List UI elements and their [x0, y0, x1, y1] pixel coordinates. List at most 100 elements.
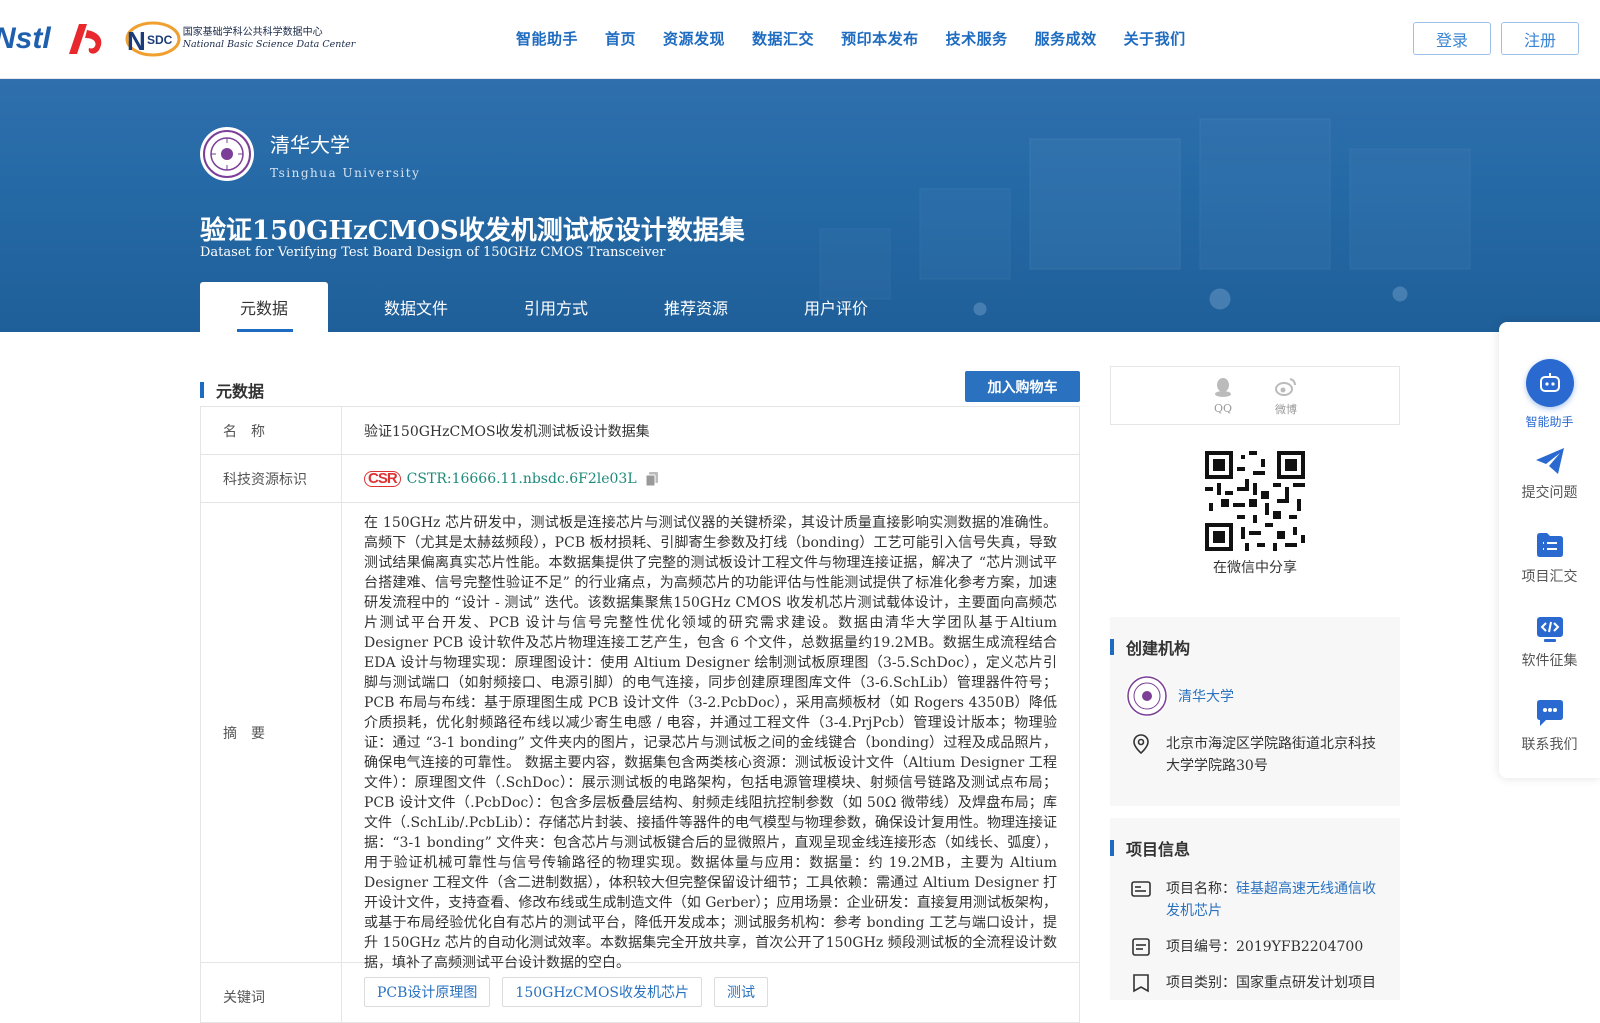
- assistant-float-label: 智能助手: [1525, 415, 1574, 429]
- project-no-row: 项目编号：2019YFB2204700: [1130, 936, 1384, 958]
- register-button[interactable]: 注册: [1501, 22, 1579, 55]
- wechat-qr-code: [1205, 451, 1305, 551]
- project-type: 项目类别：国家重点研发计划项目: [1166, 975, 1376, 991]
- section-accent-bar: [1110, 639, 1114, 655]
- paper-plane-icon: [1535, 448, 1564, 474]
- dataset-subtitle: Dataset for Verifying Test Board Design …: [200, 245, 666, 260]
- abstract-text: 在 150GHz 芯片研发中，测试板是连接芯片与测试仪器的关键桥梁，其设计质量直…: [364, 515, 1057, 971]
- nstl-logo[interactable]: Nstl: [0, 22, 51, 56]
- project-number: 项目编号：2019YFB2204700: [1166, 939, 1364, 955]
- keyword-tag[interactable]: 测试: [714, 977, 769, 1007]
- table-row: 关键词 PCB设计原理图 150GHzCMOS收发机芯片 测试: [201, 963, 1079, 1023]
- metadata-section-header: 元数据: [200, 374, 1080, 406]
- main-nav: 智能助手 首页 资源发现 数据汇交 预印本发布 技术服务 服务成效 关于我们: [516, 28, 1186, 49]
- keywords-list: PCB设计原理图 150GHzCMOS收发机芯片 测试: [342, 963, 1079, 1022]
- project-type-row: 项目类别：国家重点研发计划项目: [1130, 972, 1384, 994]
- table-row: 科技资源标识 CSR CSTR:16666.11.nbsdc.6F2le03L: [201, 455, 1079, 503]
- submit-issue-button[interactable]: 提交问题: [1499, 446, 1600, 502]
- dataset-tabs: 元数据 数据文件 引用方式 推荐资源 用户评价: [200, 282, 906, 332]
- panel-header: 项目信息: [1110, 836, 1400, 860]
- abstract-label: 摘 要: [201, 503, 342, 962]
- chat-icon: [1536, 700, 1563, 726]
- qr-caption: 在微信中分享: [1213, 560, 1297, 576]
- creator-org-panel: 创建机构 清华大学 北京市海淀区学院路街道北京科技大学学院路30号: [1110, 617, 1400, 806]
- nav-submit[interactable]: 数据汇交: [752, 28, 814, 49]
- identifier-cell: CSR CSTR:16666.11.nbsdc.6F2le03L: [342, 455, 1079, 502]
- nav-assistant[interactable]: 智能助手: [516, 28, 578, 49]
- section-accent-bar: [1110, 840, 1114, 856]
- tab-recommended[interactable]: 推荐资源: [626, 282, 766, 332]
- copy-icon[interactable]: [645, 471, 659, 487]
- weibo-label: 微博: [1275, 402, 1297, 416]
- org-row: 清华大学: [1126, 675, 1400, 717]
- identifier-label: 科技资源标识: [201, 455, 342, 502]
- keyword-tag[interactable]: PCB设计原理图: [364, 977, 491, 1007]
- org-name-link[interactable]: 清华大学: [1178, 686, 1234, 706]
- dataset-hero: 清华大学 Tsinghua University 验证150GHzCMOS收发机…: [0, 79, 1600, 332]
- nav-preprint[interactable]: 预印本发布: [841, 28, 919, 49]
- assistant-float-button[interactable]: 智能助手: [1499, 359, 1600, 430]
- tsinghua-seal-icon: [1126, 675, 1168, 717]
- share-qq[interactable]: QQ: [1212, 376, 1234, 415]
- qq-icon: [1215, 378, 1231, 397]
- project-name-row: 项目名称：硅基超高速无线通信收发机芯片: [1130, 878, 1384, 922]
- code-icon: [1536, 617, 1563, 642]
- section-accent-bar: [200, 382, 204, 398]
- nsdc-text: 国家基础学科公共科学数据中心 National Basic Science Da…: [183, 27, 356, 51]
- nav-discover[interactable]: 资源发现: [663, 28, 725, 49]
- login-button[interactable]: 登录: [1413, 22, 1491, 55]
- project-name: 项目名称：硅基超高速无线通信收发机芯片: [1166, 878, 1384, 922]
- tsinghua-seal-icon: [200, 127, 254, 181]
- tab-metadata[interactable]: 元数据: [200, 282, 328, 332]
- university-brand: 清华大学 Tsinghua University: [200, 127, 420, 181]
- weibo-icon: [1275, 377, 1297, 396]
- software-call-label: 软件征集: [1521, 653, 1578, 669]
- university-name: 清华大学: [270, 132, 350, 157]
- panel-title: 创建机构: [1126, 639, 1191, 658]
- svg-text:SDC: SDC: [147, 33, 173, 47]
- panel-title: 项目信息: [1126, 840, 1191, 859]
- contact-us-button[interactable]: 联系我们: [1499, 698, 1600, 754]
- project-name-label: 项目名称：: [1166, 881, 1236, 897]
- card-icon: [1131, 881, 1151, 897]
- nsdc-logo[interactable]: N SDC 国家基础学科公共科学数据中心 National Basic Scie…: [121, 20, 356, 58]
- contact-us-label: 联系我们: [1521, 737, 1578, 753]
- share-weibo[interactable]: 微博: [1274, 375, 1298, 417]
- svg-text:N: N: [127, 26, 146, 56]
- table-row: 摘 要 在 150GHz 芯片研发中，测试板是连接芯片与测试仪器的关键桥梁，其设…: [201, 503, 1079, 971]
- metadata-table: 名 称 验证150GHzCMOS收发机测试板设计数据集 科技资源标识 CSR C…: [200, 406, 1080, 1023]
- software-call-button[interactable]: 软件征集: [1499, 614, 1600, 670]
- dataset-title: 验证150GHzCMOS收发机测试板设计数据集: [200, 216, 745, 246]
- tab-citation[interactable]: 引用方式: [486, 282, 626, 332]
- robot-icon: [1525, 359, 1574, 407]
- document-icon: [1132, 938, 1150, 956]
- cstr-value[interactable]: CSTR:16666.11.nbsdc.6F2le03L: [407, 471, 637, 487]
- nsdc-name-en: National Basic Science Data Center: [182, 39, 356, 50]
- share-box: QQ 微博: [1110, 366, 1400, 425]
- nav-tech[interactable]: 技术服务: [946, 28, 1008, 49]
- submit-issue-label: 提交问题: [1521, 485, 1578, 501]
- location-pin-icon: [1133, 734, 1149, 755]
- name-value: 验证150GHzCMOS收发机测试板设计数据集: [364, 423, 650, 440]
- name-label: 名 称: [201, 407, 342, 454]
- qq-label: QQ: [1213, 402, 1233, 415]
- add-to-cart-button[interactable]: 加入购物车: [965, 371, 1080, 402]
- address-row: 北京市海淀区学院路街道北京科技大学学院路30号: [1130, 733, 1384, 777]
- auth-buttons: 登录 注册: [1413, 22, 1579, 55]
- red-logo-icon[interactable]: [65, 20, 107, 58]
- university-name-en: Tsinghua University: [270, 165, 421, 180]
- org-address: 北京市海淀区学院路街道北京科技大学学院路30号: [1166, 736, 1376, 774]
- nav-about[interactable]: 关于我们: [1124, 28, 1186, 49]
- top-header: Nstl N SDC 国家基础学科公共科学数据中心 National Basic…: [0, 0, 1600, 79]
- project-submit-button[interactable]: 项目汇交: [1499, 530, 1600, 586]
- nav-results[interactable]: 服务成效: [1035, 28, 1097, 49]
- tab-data-files[interactable]: 数据文件: [346, 282, 486, 332]
- panel-header: 创建机构: [1110, 635, 1400, 659]
- keyword-tag[interactable]: 150GHzCMOS收发机芯片: [502, 977, 703, 1007]
- cstr-identifier[interactable]: CSR CSTR:16666.11.nbsdc.6F2le03L: [364, 470, 637, 487]
- nav-home[interactable]: 首页: [605, 28, 636, 49]
- tab-reviews[interactable]: 用户评价: [766, 282, 906, 332]
- logo-group: Nstl N SDC 国家基础学科公共科学数据中心 National Basic…: [0, 18, 355, 60]
- nsdc-mark-icon: N SDC: [125, 21, 181, 57]
- nsdc-name-cn: 国家基础学科公共科学数据中心: [182, 27, 323, 38]
